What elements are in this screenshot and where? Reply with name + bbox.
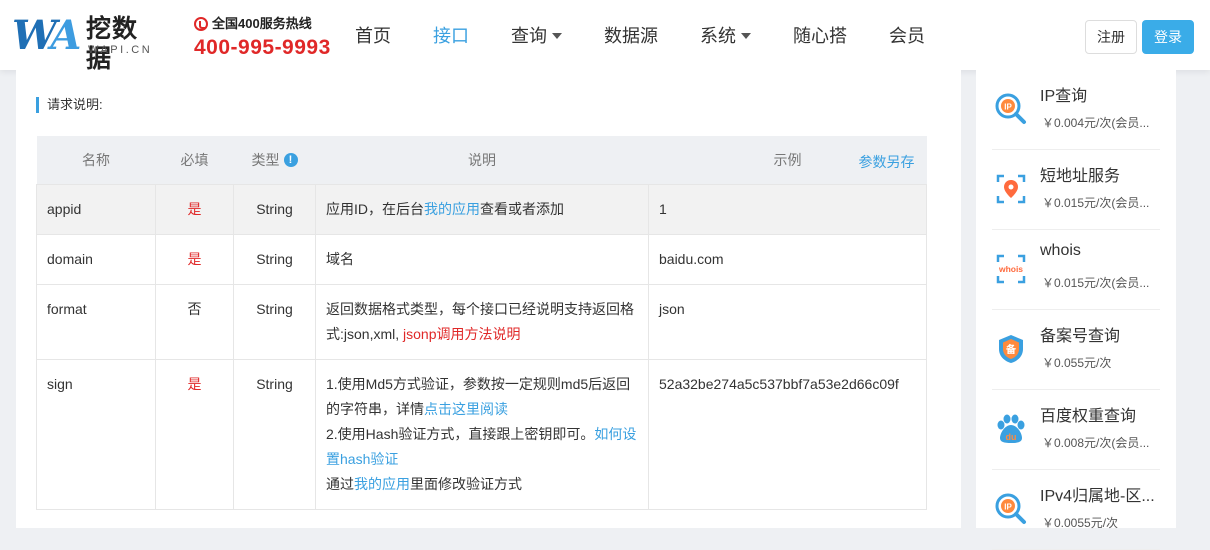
param-name: sign	[36, 358, 156, 510]
param-desc: 应用ID，在后台我的应用查看或者添加	[315, 183, 649, 235]
icp-icon: 备	[999, 335, 1023, 363]
param-required: 是	[155, 358, 234, 510]
nav-member[interactable]: 会员	[889, 22, 925, 48]
read-more-link[interactable]: 点击这里阅读	[424, 401, 508, 417]
phone-icon	[194, 17, 208, 31]
param-name: appid	[36, 183, 156, 235]
hotline: 全国400服务热线 400-995-9993	[194, 16, 344, 62]
header-name: 名称	[36, 136, 156, 184]
svg-text:whois: whois	[998, 264, 1023, 274]
sidebar-item-title: IP查询	[1040, 88, 1088, 105]
ip-search-icon: IP	[995, 493, 1026, 524]
svg-text:IP: IP	[1004, 103, 1012, 112]
params-table: 名称 必填 类型! 说明 示例 参数另存 appid 是 String 应用ID，…	[36, 136, 927, 510]
param-example: 52a32be274a5c537bbf7a53e2d66c09f	[648, 358, 927, 510]
param-type: String	[233, 358, 316, 510]
nav-api[interactable]: 接口	[433, 22, 469, 48]
sidebar-item-title: 短地址服务	[1040, 168, 1121, 185]
sidebar-item-ipv4[interactable]: IP IPv4归属地-区... ￥0.0055元/次	[992, 470, 1160, 550]
sidebar-item-title: IPv4归属地-区...	[1040, 488, 1155, 505]
logo-name-en: WAPI.CN	[88, 44, 153, 56]
param-name: format	[36, 283, 156, 360]
table-header-row: 名称 必填 类型! 说明 示例 参数另存	[36, 136, 927, 184]
sidebar-item-whois[interactable]: whois whois ￥0.015元/次(会员...	[992, 230, 1160, 310]
sidebar-item-title: 备案号查询	[1040, 328, 1121, 345]
info-icon[interactable]: !	[283, 152, 298, 167]
nav-query[interactable]: 查询	[511, 22, 562, 48]
table-row: format 否 String 返回数据格式类型，每个接口已经说明支持返回格式:…	[36, 283, 927, 360]
my-apps-link[interactable]: 我的应用	[424, 201, 480, 217]
header-type: 类型!	[233, 136, 316, 184]
main-nav: 首页 接口 查询 数据源 系统 随心搭 会员	[355, 0, 967, 70]
param-required: 是	[155, 233, 234, 285]
chevron-down-icon	[741, 33, 751, 39]
param-example: 1	[648, 183, 927, 235]
chevron-down-icon	[552, 33, 562, 39]
top-navbar: WA 挖数据 WAPI.CN 全国400服务热线 400-995-9993 首页…	[0, 0, 1210, 74]
param-desc: 1.使用Md5方式验证，参数按一定规则md5后返回的字符串，详情点击这里阅读 2…	[315, 358, 649, 510]
table-row: appid 是 String 应用ID，在后台我的应用查看或者添加 1	[36, 183, 927, 235]
param-example: json	[648, 283, 927, 360]
main-content: 请求说明: 名称 必填 类型! 说明 示例 参数另存 appid 是 String…	[16, 70, 961, 528]
param-required: 是	[155, 183, 234, 235]
param-example: baidu.com	[648, 233, 927, 285]
sidebar-item-ip-query[interactable]: IP IP查询 ￥0.004元/次(会员...	[992, 70, 1160, 150]
sidebar-item-price: ￥0.004元/次(会员...	[1042, 116, 1150, 130]
sidebar-item-baidu-weight[interactable]: du 百度权重查询 ￥0.008元/次(会员...	[992, 390, 1160, 470]
param-type: String	[233, 183, 316, 235]
login-button[interactable]: 登录	[1142, 20, 1194, 54]
param-desc: 域名	[315, 233, 649, 285]
header-desc: 说明	[315, 136, 649, 184]
param-type: String	[233, 283, 316, 360]
header-required: 必填	[155, 136, 234, 184]
save-params-link[interactable]: 参数另存	[859, 152, 915, 172]
nav-suixinda[interactable]: 随心搭	[793, 22, 847, 48]
table-row: domain 是 String 域名 baidu.com	[36, 233, 927, 285]
my-apps-link[interactable]: 我的应用	[354, 476, 410, 492]
site-logo[interactable]: WA 挖数据 WAPI.CN	[12, 12, 162, 74]
nav-system[interactable]: 系统	[700, 22, 751, 48]
baidu-weight-icon: du	[997, 414, 1025, 443]
nav-datasource[interactable]: 数据源	[604, 22, 658, 48]
sidebar-item-price: ￥0.015元/次(会员...	[1042, 196, 1150, 210]
hotline-label: 全国400服务热线	[194, 16, 344, 32]
whois-icon: whois	[996, 254, 1026, 284]
hotline-number: 400-995-9993	[194, 36, 331, 59]
sidebar-item-price: ￥0.015元/次(会员...	[1042, 276, 1150, 290]
short-url-icon	[996, 174, 1026, 204]
related-apis-sidebar: IP IP查询 ￥0.004元/次(会员... 短地址服务 ￥0.015元/次(…	[976, 70, 1176, 550]
register-button[interactable]: 注册	[1085, 20, 1137, 54]
header-example: 示例 参数另存	[648, 136, 927, 184]
sidebar-item-price: ￥0.0055元/次	[1042, 516, 1119, 530]
sidebar-item-icp[interactable]: 备 备案号查询 ￥0.055元/次	[992, 310, 1160, 390]
param-name: domain	[36, 233, 156, 285]
section-title: 请求说明:	[36, 97, 103, 113]
svg-text:IP: IP	[1004, 503, 1012, 512]
param-required: 否	[155, 283, 234, 360]
nav-home[interactable]: 首页	[355, 22, 391, 48]
sidebar-item-title: 百度权重查询	[1040, 408, 1137, 425]
svg-text:备: 备	[1005, 343, 1017, 356]
jsonp-doc-link[interactable]: jsonp调用方法说明	[403, 326, 520, 342]
param-desc: 返回数据格式类型，每个接口已经说明支持返回格式:json,xml, jsonp调…	[315, 283, 649, 360]
sidebar-item-short-url[interactable]: 短地址服务 ￥0.015元/次(会员...	[992, 150, 1160, 230]
param-type: String	[233, 233, 316, 285]
sidebar-item-title: whois	[1040, 242, 1081, 259]
logo-mark: WA	[12, 12, 81, 59]
svg-text:du: du	[1006, 432, 1017, 442]
table-row: sign 是 String 1.使用Md5方式验证，参数按一定规则md5后返回的…	[36, 358, 927, 510]
ip-search-icon: IP	[995, 93, 1026, 124]
sidebar-item-price: ￥0.055元/次	[1042, 356, 1112, 370]
sidebar-item-price: ￥0.008元/次(会员...	[1042, 436, 1150, 450]
